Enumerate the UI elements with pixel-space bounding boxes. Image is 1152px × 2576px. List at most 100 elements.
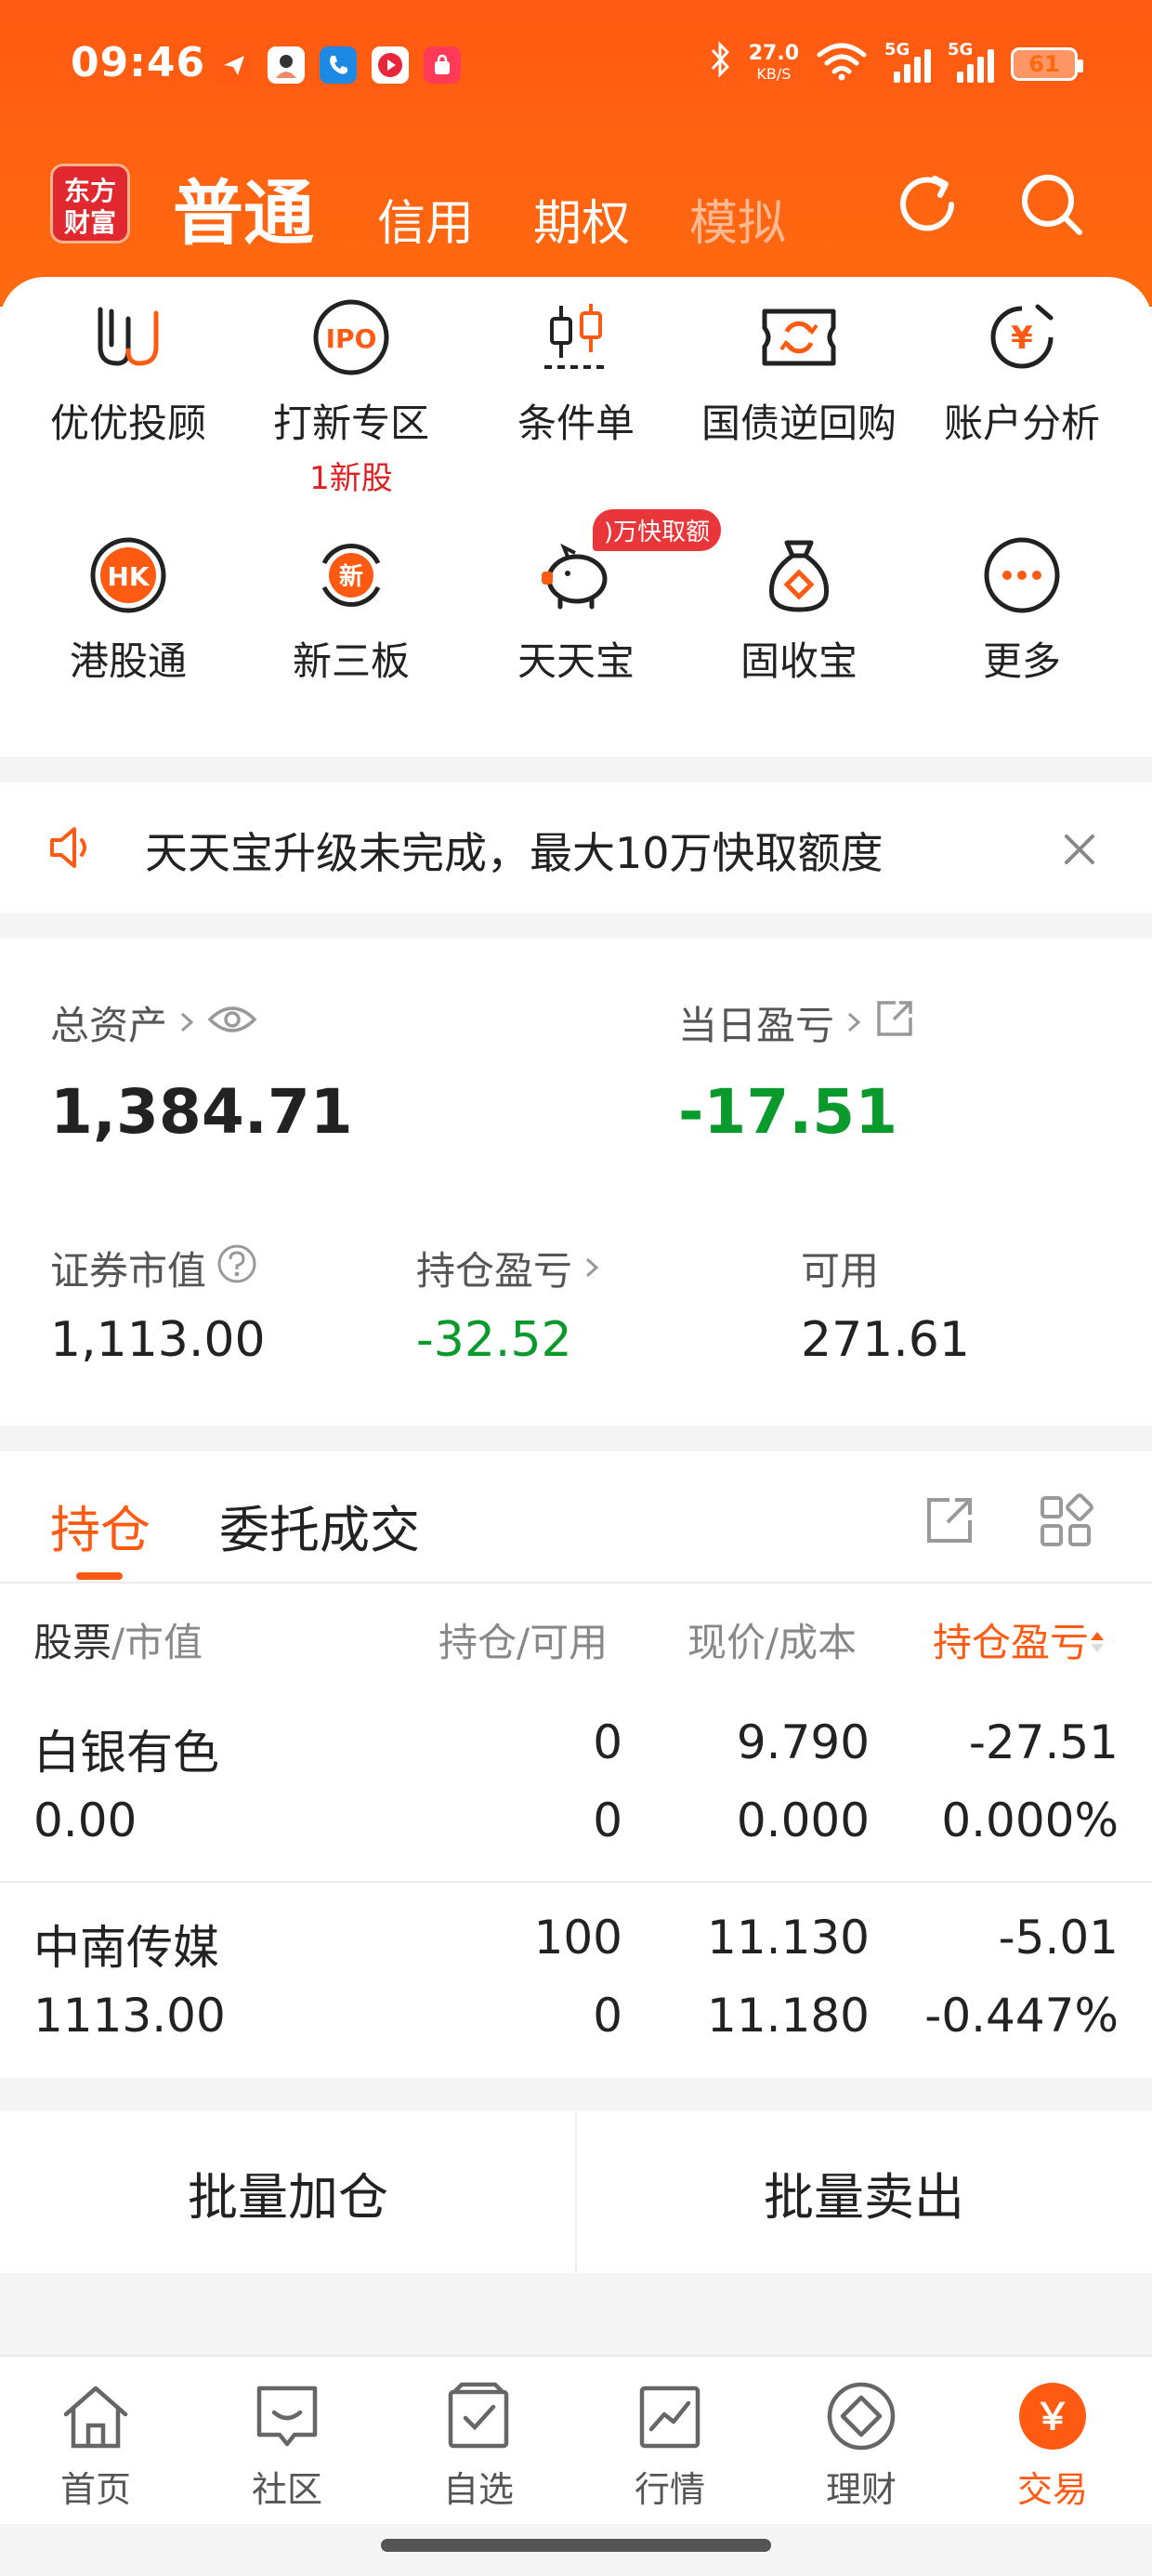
status-bar: 09:46 27.0 KB/S 5G 5G 61: [0, 0, 1152, 139]
help-icon[interactable]: [216, 1242, 258, 1295]
grid-layout-icon[interactable]: [1037, 1492, 1094, 1554]
market-value: 1,113.00: [50, 1312, 266, 1368]
eye-icon[interactable]: [206, 1000, 258, 1045]
menu-new-third-board[interactable]: 新 新三板: [240, 533, 463, 687]
position-pl: -5.01: [998, 1911, 1119, 1965]
position-pl: -27.51: [968, 1715, 1119, 1769]
chevron-right-icon: [844, 1000, 864, 1045]
menu-hk-connect[interactable]: HK 港股通: [17, 533, 240, 687]
paper-plane-app-icon: [216, 46, 253, 84]
available-value: 271.61: [801, 1312, 970, 1368]
home-indicator[interactable]: [381, 2539, 771, 2552]
col-position-header[interactable]: 持仓/可用: [439, 1611, 608, 1668]
nav-wealth[interactable]: 理财: [766, 2377, 957, 2512]
tab-positions[interactable]: 持仓: [50, 1489, 151, 1562]
table-row[interactable]: 中南传媒 1113.00 100 0 11.130 11.180 -5.01 -…: [0, 1901, 1152, 2096]
available-label-text: 可用: [801, 1248, 880, 1294]
nav-watchlist[interactable]: 自选: [383, 2377, 574, 2512]
export-icon[interactable]: [922, 1492, 977, 1552]
tab-credit[interactable]: 信用: [377, 184, 474, 254]
chat-bubble-icon: [248, 2377, 326, 2455]
nav-market[interactable]: 行情: [574, 2377, 766, 2512]
nav-home[interactable]: 首页: [0, 2377, 191, 2512]
status-time: 09:46: [71, 39, 206, 86]
avatar-app-icon: [268, 46, 305, 84]
divider: [0, 1881, 1152, 1883]
position-pl-label[interactable]: 持仓盈亏: [416, 1240, 602, 1296]
refresh-icon[interactable]: [890, 167, 964, 242]
sig1-label: 5G: [884, 40, 910, 59]
nav-label: 自选: [442, 2469, 514, 2510]
bottom-nav: 首页 社区 自选 行情 理财 ￥ 交易: [0, 2355, 1152, 2524]
tab-options[interactable]: 期权: [533, 184, 630, 254]
menu-tiantianbao[interactable]: )万快取额 天天宝: [465, 509, 722, 687]
menu-youyou-advisor[interactable]: 优优投顾: [17, 296, 240, 449]
new-third-board-icon: 新: [309, 533, 393, 617]
logo-line1: 东方: [63, 176, 116, 206]
close-icon[interactable]: [1059, 829, 1100, 874]
hold-quantity: 100: [533, 1911, 622, 1965]
tab-simulation[interactable]: 模拟: [689, 184, 786, 254]
watchlist-icon: [439, 2377, 517, 2455]
app-logo: 东方 财富: [50, 164, 130, 243]
menu-ipo-zone[interactable]: IPO 打新专区 1新股: [240, 296, 463, 498]
hk-icon: HK: [86, 533, 170, 617]
col-value-label: /市值: [111, 1620, 203, 1665]
col-price-header[interactable]: 现价/成本: [687, 1611, 857, 1668]
ipo-icon: IPO: [309, 296, 393, 379]
chevron-right-icon: [582, 1245, 602, 1291]
daily-pl-label[interactable]: 当日盈亏: [678, 994, 916, 1051]
stock-name: 白银有色: [33, 1726, 219, 1780]
total-assets-label[interactable]: 总资产: [50, 994, 258, 1051]
cost-price: 11.180: [707, 1989, 870, 2043]
stock-market-value: 1113.00: [33, 1989, 226, 2043]
nav-label: 交易: [1016, 2469, 1088, 2510]
available-quantity: 0: [593, 1794, 622, 1847]
nav-label: 理财: [825, 2469, 897, 2510]
menu-treasury-repo[interactable]: 国债逆回购: [687, 296, 910, 449]
menu-fixed-income[interactable]: 固收宝: [687, 533, 910, 687]
nav-trade[interactable]: ￥ 交易: [957, 2377, 1148, 2512]
asset-summary: 总资产 1,384.71 当日盈亏 -17.51 证券市值 1,113.00 持…: [0, 939, 1152, 1426]
menu-label: 新三板: [292, 638, 410, 684]
col-pl-header[interactable]: 持仓盈亏: [933, 1611, 1106, 1668]
menu-label: 优优投顾: [49, 401, 206, 446]
nav-community[interactable]: 社区: [191, 2377, 383, 2512]
menu-label: 条件单: [517, 401, 635, 446]
holdings-panel: 持仓 委托成交 股票/市值 持仓/可用 现价/成本 持仓盈亏 白银有色 0.00…: [0, 1452, 1152, 2078]
speaker-icon: [46, 825, 97, 874]
repo-ticket-icon: [757, 296, 841, 379]
stock-market-value: 0.00: [33, 1794, 137, 1847]
tab-normal[interactable]: 普通: [173, 156, 314, 258]
divider: [0, 1582, 1152, 1584]
position-pl-label-text: 持仓盈亏: [416, 1248, 573, 1294]
search-icon[interactable]: [1015, 167, 1089, 242]
batch-add-button[interactable]: 批量加仓: [0, 2111, 576, 2273]
notice-bar[interactable]: 天天宝升级未完成，最大10万快取额度: [0, 782, 1152, 913]
available-quantity: 0: [593, 1989, 622, 2043]
yen-icon-text: ¥: [1011, 320, 1033, 357]
tab-orders-trades[interactable]: 委托成交: [219, 1489, 420, 1562]
network-speed: 27.0 KB/S: [749, 44, 799, 85]
home-icon: [57, 2377, 135, 2455]
trade-yuan-icon: ￥: [1014, 2377, 1092, 2455]
batch-sell-button[interactable]: 批量卖出: [576, 2111, 1152, 2273]
daily-pl-value: -17.51: [678, 1076, 898, 1148]
menu-more[interactable]: 更多: [910, 533, 1133, 687]
daily-pl-label-text: 当日盈亏: [678, 1003, 835, 1048]
position-pl-value: -32.52: [416, 1312, 572, 1368]
market-value-label[interactable]: 证券市值: [50, 1240, 258, 1296]
account-analysis-icon: ¥: [980, 296, 1064, 379]
network-speed-unit: KB/S: [756, 65, 792, 83]
shopping-app-icon: [424, 46, 461, 84]
menu-label: 账户分析: [943, 401, 1100, 446]
market-chart-icon: [631, 2377, 709, 2455]
active-tab-indicator: [76, 1572, 123, 1580]
hold-quantity: 0: [593, 1715, 622, 1769]
share-out-icon[interactable]: [873, 997, 916, 1049]
menu-account-analysis[interactable]: ¥ 账户分析: [910, 296, 1133, 449]
table-row[interactable]: 白银有色 0.00 0 0 9.790 0.000 -27.51 0.000%: [0, 1706, 1152, 1901]
menu-conditional-order[interactable]: 条件单: [465, 296, 687, 449]
video-app-icon: [372, 46, 409, 84]
bluetooth-icon: [708, 41, 732, 87]
